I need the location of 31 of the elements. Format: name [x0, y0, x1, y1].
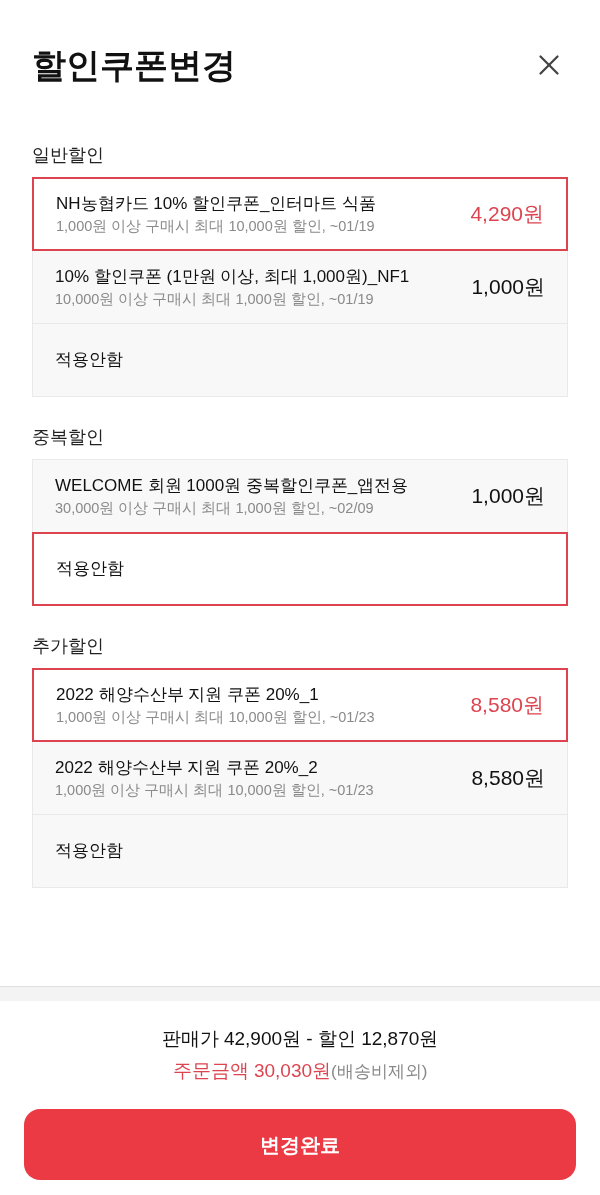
coupon-option[interactable]: 10% 할인쿠폰 (1만원 이상, 최대 1,000원)_NF1 10,000원 이상 구매시 최대 1,000원 할인, ~01/19 1,000원	[32, 250, 568, 324]
section-label: 중복할인	[32, 426, 105, 449]
coupon-option[interactable]: NH농협카드 10% 할인쿠폰_인터마트 식품 1,000원 이상 구매시 최대 10,000원 할인, ~01/19 4,290원	[32, 177, 568, 251]
coupon-condition: 30,000원 이상 구매시 최대 1,000원 할인, ~02/09	[55, 499, 375, 518]
discount-amount: 1,000원	[470, 274, 545, 301]
coupon-title: 2022 해양수산부 지원 쿠폰 20%_2	[55, 757, 319, 779]
discount-amount: 4,290원	[469, 201, 544, 228]
coupon-title: WELCOME 회원 1000원 중복할인쿠폰_앱전용	[55, 475, 410, 497]
coupon-condition: 10,000원 이상 구매시 최대 1,000원 할인, ~01/19	[55, 290, 375, 309]
discount-amount: 1,000원	[470, 483, 545, 510]
coupon-title: 10% 할인쿠폰 (1만원 이상, 최대 1,000원)_NF1	[55, 266, 411, 288]
coupon-option[interactable]: 2022 해양수산부 지원 쿠폰 20%_2 1,000원 이상 구매시 최대 10,000원 할인, ~01/23 8,580원	[32, 741, 568, 815]
discount-amount: 8,580원	[469, 692, 544, 719]
no-coupon-option[interactable]: 적용안함	[32, 814, 568, 888]
confirm-button[interactable]: 변경완료	[24, 1109, 576, 1180]
discount-amount: 8,580원	[470, 765, 545, 792]
coupon-condition: 1,000원 이상 구매시 최대 10,000원 할인, ~01/19	[56, 217, 376, 236]
shipping-note: (배송비제외)	[331, 1061, 428, 1083]
coupon-title: NH농협카드 10% 할인쿠폰_인터마트 식품	[56, 193, 378, 215]
no-coupon-option[interactable]: 적용안함	[32, 323, 568, 397]
section-label: 추가할인	[32, 635, 105, 658]
coupon-option[interactable]: 2022 해양수산부 지원 쿠폰 20%_1 1,000원 이상 구매시 최대 10,000원 할인, ~01/23 8,580원	[32, 668, 568, 742]
section-label: 일반할인	[32, 144, 105, 167]
coupon-option[interactable]: WELCOME 회원 1000원 중복할인쿠폰_앱전용 30,000원 이상 구매시 최대 1,000원 할인, ~02/09 1,000원	[32, 459, 568, 533]
coupon-condition: 1,000원 이상 구매시 최대 10,000원 할인, ~01/23	[55, 781, 375, 800]
coupon-condition: 1,000원 이상 구매시 최대 10,000원 할인, ~01/23	[56, 708, 376, 727]
order-total: 주문금액 30,030원	[172, 1059, 332, 1083]
no-coupon-option[interactable]: 적용안함	[32, 532, 568, 606]
coupon-title: 2022 해양수산부 지원 쿠폰 20%_1	[56, 684, 320, 706]
dialog-title: 할인쿠폰변경	[32, 45, 236, 86]
price-breakdown: 판매가 42,900원 - 할인 12,870원	[161, 1027, 439, 1051]
